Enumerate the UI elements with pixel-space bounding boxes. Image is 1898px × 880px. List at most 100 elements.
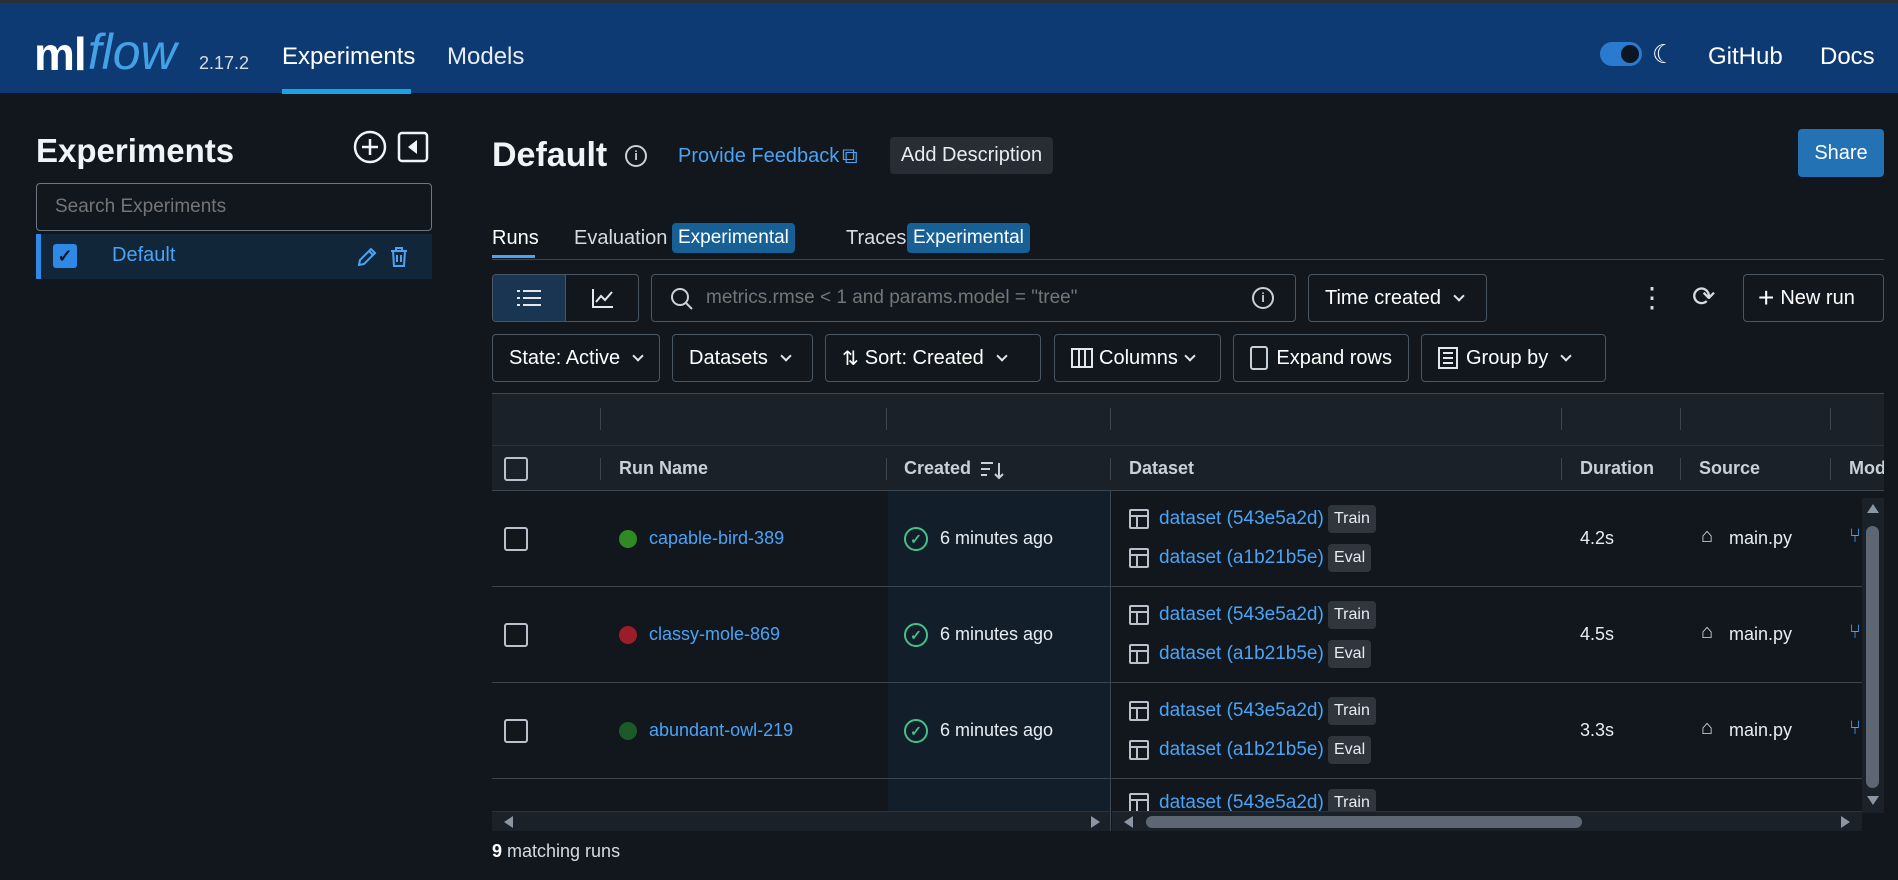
experimental-badge: Experimental bbox=[672, 223, 795, 253]
created-time: 6 minutes ago bbox=[940, 720, 1054, 740]
table-row[interactable]: classy-mole-869 ✓ 6 minutes ago dataset … bbox=[492, 587, 1862, 683]
search-icon bbox=[671, 288, 693, 310]
table-row[interactable]: abundant-owl-219 ✓ 6 minutes ago dataset… bbox=[492, 683, 1862, 779]
run-name-link[interactable]: abundant-owl-219 bbox=[649, 720, 793, 741]
sidebar-title: Experiments bbox=[36, 132, 235, 169]
success-check-icon: ✓ bbox=[904, 527, 928, 551]
tab-evaluation[interactable]: Evaluation bbox=[574, 227, 667, 250]
column-group-header bbox=[492, 393, 1884, 445]
share-button[interactable]: Share bbox=[1798, 129, 1884, 177]
header-created[interactable]: Created bbox=[904, 458, 971, 479]
dataset-link[interactable]: dataset (a1b21b5e) bbox=[1159, 547, 1324, 569]
external-link-icon[interactable]: ⧉ bbox=[842, 143, 858, 169]
provide-feedback-link[interactable]: Provide Feedback bbox=[678, 145, 839, 168]
source-value[interactable]: main.py bbox=[1729, 528, 1792, 549]
docs-link[interactable]: Docs bbox=[1820, 43, 1875, 71]
chart-view-button[interactable] bbox=[567, 275, 638, 321]
column-divider bbox=[600, 458, 601, 480]
edit-pencil-icon[interactable] bbox=[355, 245, 379, 269]
trash-icon[interactable] bbox=[388, 245, 410, 269]
run-filter-input[interactable] bbox=[706, 285, 1226, 311]
source-value[interactable]: main.py bbox=[1729, 624, 1792, 645]
logo-flow-text: flow bbox=[87, 24, 177, 80]
run-name-link[interactable]: capable-bird-389 bbox=[649, 528, 784, 549]
nav-models[interactable]: Models bbox=[447, 43, 524, 71]
table-view-button[interactable] bbox=[493, 275, 566, 321]
dataset-link[interactable]: dataset (a1b21b5e) bbox=[1159, 643, 1324, 665]
time-created-dropdown[interactable]: Time created bbox=[1308, 274, 1487, 322]
select-all-checkbox[interactable] bbox=[504, 457, 528, 481]
scroll-right-arrow[interactable] bbox=[1091, 816, 1100, 828]
pinned-horizontal-scrollbar[interactable] bbox=[492, 811, 1110, 831]
collapse-sidebar-button[interactable] bbox=[396, 130, 430, 164]
group-by-dropdown[interactable]: Group by bbox=[1421, 334, 1606, 382]
scroll-thumb[interactable] bbox=[1866, 526, 1879, 788]
dataset-link[interactable]: dataset (543e5a2d) bbox=[1159, 508, 1324, 530]
dataset-tag: Train bbox=[1328, 697, 1376, 725]
scroll-up-arrow[interactable] bbox=[1867, 504, 1879, 513]
nav-experiments[interactable]: Experiments bbox=[282, 43, 415, 71]
github-link[interactable]: GitHub bbox=[1708, 43, 1783, 71]
header-duration[interactable]: Duration bbox=[1580, 458, 1654, 479]
created-time: 6 minutes ago bbox=[940, 528, 1054, 548]
dataset-link[interactable]: dataset (a1b21b5e) bbox=[1159, 739, 1324, 761]
column-divider bbox=[1110, 408, 1111, 430]
header-source[interactable]: Source bbox=[1699, 458, 1760, 479]
create-experiment-button[interactable] bbox=[353, 130, 387, 164]
column-header-row: Run Name Created Dataset Duration Source… bbox=[492, 445, 1884, 491]
model-branch-icon[interactable]: ⑂ bbox=[1849, 717, 1861, 740]
scroll-right-arrow[interactable] bbox=[1841, 816, 1850, 828]
created-time: 6 minutes ago bbox=[940, 624, 1054, 644]
info-icon[interactable]: i bbox=[625, 145, 647, 167]
new-run-button[interactable]: + New run bbox=[1743, 274, 1884, 322]
chevron-down-icon bbox=[632, 349, 644, 362]
refresh-icon[interactable]: ⟳ bbox=[1692, 280, 1715, 313]
dataset-tag: Train bbox=[1328, 505, 1376, 533]
scroll-thumb[interactable] bbox=[1146, 816, 1582, 828]
dataset-link[interactable]: dataset (543e5a2d) bbox=[1159, 604, 1324, 626]
columns-dropdown[interactable]: Columns bbox=[1054, 334, 1221, 382]
tab-runs[interactable]: Runs bbox=[492, 227, 539, 250]
expand-rows-checkbox[interactable] bbox=[1250, 346, 1269, 370]
sort-dropdown[interactable]: ⇅ Sort: Created bbox=[825, 334, 1041, 382]
status-dot bbox=[619, 530, 637, 548]
header-run-name[interactable]: Run Name bbox=[619, 458, 708, 479]
mlflow-logo[interactable]: ml flow bbox=[34, 17, 177, 77]
horizontal-scrollbar[interactable] bbox=[1112, 811, 1862, 831]
model-branch-icon[interactable]: ⑂ bbox=[1849, 525, 1861, 548]
scroll-down-arrow[interactable] bbox=[1867, 796, 1879, 805]
datasets-dropdown[interactable]: Datasets bbox=[672, 334, 813, 382]
expand-rows-toggle[interactable]: Expand rows bbox=[1233, 334, 1409, 382]
row-checkbox[interactable] bbox=[504, 623, 528, 647]
column-divider bbox=[1561, 408, 1562, 430]
run-filter-box: i bbox=[651, 274, 1296, 322]
run-name-link[interactable]: classy-mole-869 bbox=[649, 624, 780, 645]
header-dataset[interactable]: Dataset bbox=[1129, 458, 1194, 479]
column-divider bbox=[1110, 458, 1111, 480]
state-filter-dropdown[interactable]: State: Active bbox=[492, 334, 660, 382]
chevron-down-icon bbox=[1560, 349, 1572, 362]
experiment-name[interactable]: Default bbox=[112, 244, 175, 267]
plus-icon: + bbox=[1758, 282, 1775, 313]
experiment-checkbox[interactable]: ✓ bbox=[53, 244, 77, 268]
more-options-icon[interactable]: ⋮ bbox=[1638, 284, 1666, 312]
dark-mode-toggle[interactable] bbox=[1600, 42, 1642, 66]
header-models[interactable]: Mod bbox=[1849, 458, 1884, 479]
experiment-item-default[interactable]: ✓ Default bbox=[36, 234, 432, 279]
row-checkbox[interactable] bbox=[504, 719, 528, 743]
dataset-tag: Eval bbox=[1328, 544, 1372, 572]
source-value[interactable]: main.py bbox=[1729, 720, 1792, 741]
vertical-scrollbar[interactable] bbox=[1862, 498, 1884, 813]
dataset-link[interactable]: dataset (543e5a2d) bbox=[1159, 700, 1324, 722]
scroll-left-arrow[interactable] bbox=[504, 816, 513, 828]
scroll-left-arrow[interactable] bbox=[1124, 816, 1133, 828]
add-description-button[interactable]: Add Description bbox=[890, 137, 1053, 174]
model-branch-icon[interactable]: ⑂ bbox=[1849, 621, 1861, 644]
search-experiments-input[interactable] bbox=[36, 183, 432, 231]
row-checkbox[interactable] bbox=[504, 527, 528, 551]
filter-info-icon[interactable]: i bbox=[1252, 287, 1274, 309]
tab-traces[interactable]: Traces bbox=[846, 227, 906, 250]
sort-desc-icon[interactable] bbox=[980, 459, 1004, 481]
chevron-down-icon bbox=[780, 349, 792, 362]
table-row[interactable]: capable-bird-389 ✓ 6 minutes ago dataset… bbox=[492, 491, 1862, 587]
